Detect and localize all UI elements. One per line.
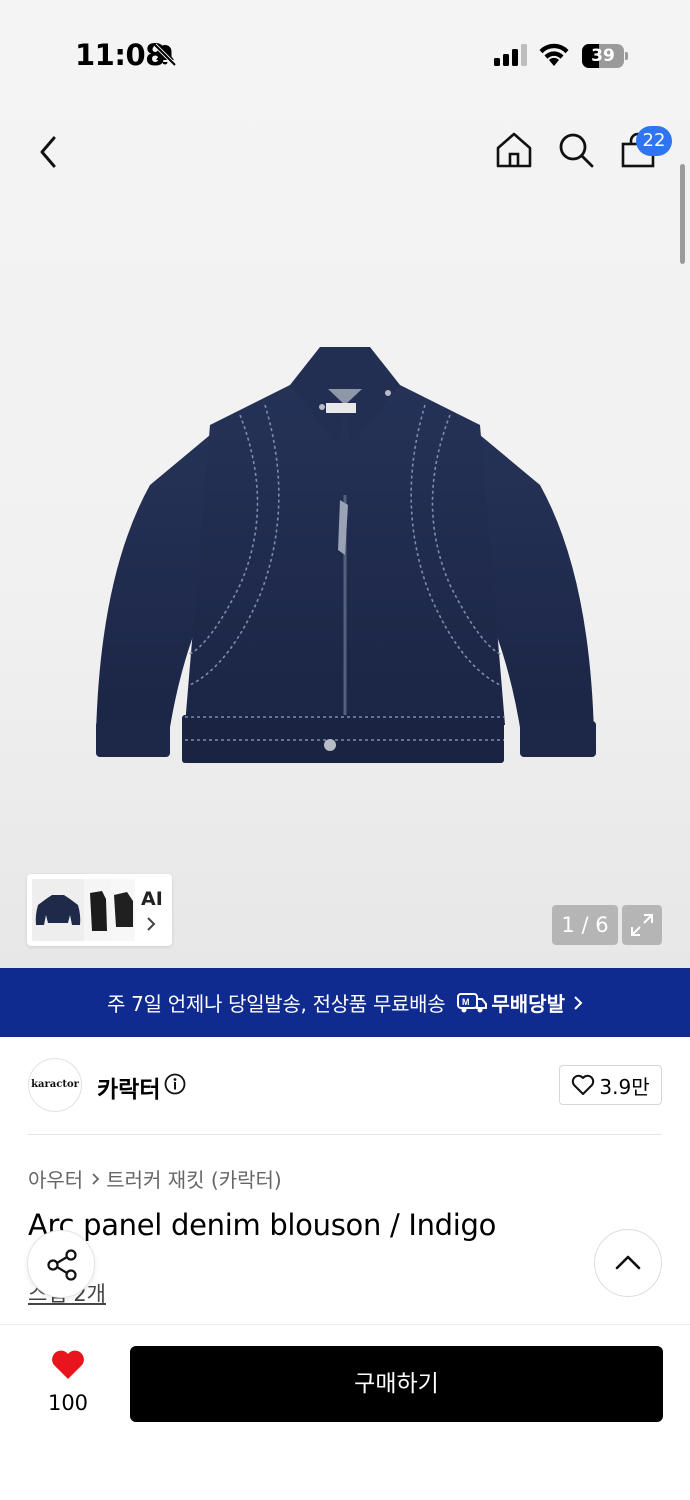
top-navigation <box>0 118 690 188</box>
battery-indicator: 39 <box>582 44 628 68</box>
brand-like-button[interactable]: 3.9만 <box>559 1065 662 1105</box>
image-thumbnail-strip[interactable]: AI <box>27 874 172 946</box>
scrollbar <box>680 164 685 264</box>
breadcrumb-item-category[interactable]: 아우터 <box>28 1164 83 1193</box>
brand-logo-text: karactor <box>31 1079 79 1090</box>
status-bar: 11:08 39 <box>0 0 690 100</box>
delivery-truck-icon: M <box>457 992 488 1012</box>
thumbnail-jacket-side <box>90 891 107 931</box>
back-arrow-icon[interactable] <box>30 132 66 172</box>
breadcrumb-item-subcategory[interactable]: 트러커 재킷 (카락터) <box>106 1164 282 1193</box>
bell-muted-icon <box>153 43 177 67</box>
expand-icon <box>631 914 653 936</box>
purchase-bar: 100 구매하기 <box>0 1324 690 1500</box>
divider <box>28 1134 662 1135</box>
search-icon[interactable] <box>556 130 596 170</box>
ai-label: AI <box>141 888 163 910</box>
image-pager: 1 / 6 <box>552 905 618 945</box>
svg-text:M: M <box>462 997 470 1007</box>
scroll-to-top-button[interactable] <box>594 1229 662 1297</box>
buy-button[interactable]: 구매하기 <box>130 1346 663 1422</box>
brand-like-count: 3.9만 <box>599 1074 650 1099</box>
cellular-signal-icon <box>494 44 527 66</box>
battery-level: 39 <box>591 46 615 66</box>
product-photo-denim-jacket <box>96 347 596 763</box>
chevron-right-icon <box>147 917 156 931</box>
thumbnail-1[interactable] <box>32 879 84 941</box>
shipping-banner[interactable]: 주 7일 언제나 당일발송, 전상품 무료배송 M 무배당발 <box>0 968 690 1037</box>
heart-outline-icon <box>572 1074 595 1095</box>
brand-name[interactable]: 카락터 <box>97 1070 160 1104</box>
banner-tagline: 주 7일 언제나 당일발송, 전상품 무료배송 <box>107 992 446 1016</box>
banner-service-name: 무배당발 <box>491 992 565 1016</box>
heart-filled-icon <box>52 1350 84 1379</box>
share-button[interactable] <box>27 1230 95 1298</box>
wifi-icon <box>539 43 569 66</box>
fullscreen-button[interactable] <box>622 905 662 945</box>
thumbnail-jacket-back <box>114 892 133 927</box>
thumbnail-2[interactable] <box>84 879 111 941</box>
brand-row: karactor 카락터 3.9만 <box>0 1037 690 1135</box>
brand-logo[interactable]: karactor <box>28 1058 82 1112</box>
cart-count-badge: 22 <box>636 126 672 156</box>
chevron-right-icon <box>574 995 583 1010</box>
info-icon[interactable] <box>164 1073 186 1095</box>
product-title: Arc panel denim blouson / Indigo <box>28 1208 497 1242</box>
home-icon[interactable] <box>494 130 534 170</box>
chevron-up-icon <box>615 1255 641 1270</box>
product-image-area[interactable]: 11:08 39 22 AI 1 / 6 <box>0 0 690 968</box>
breadcrumb: 아우터 트러커 재킷 (카락터) <box>28 1164 282 1193</box>
share-icon <box>47 1249 77 1281</box>
wishlist-count: 100 <box>47 1391 89 1415</box>
wishlist-button[interactable]: 100 <box>40 1349 96 1419</box>
chevron-right-icon <box>92 1172 100 1185</box>
thumbnail-jacket-front <box>35 895 81 925</box>
thumbnail-3[interactable] <box>111 879 135 941</box>
